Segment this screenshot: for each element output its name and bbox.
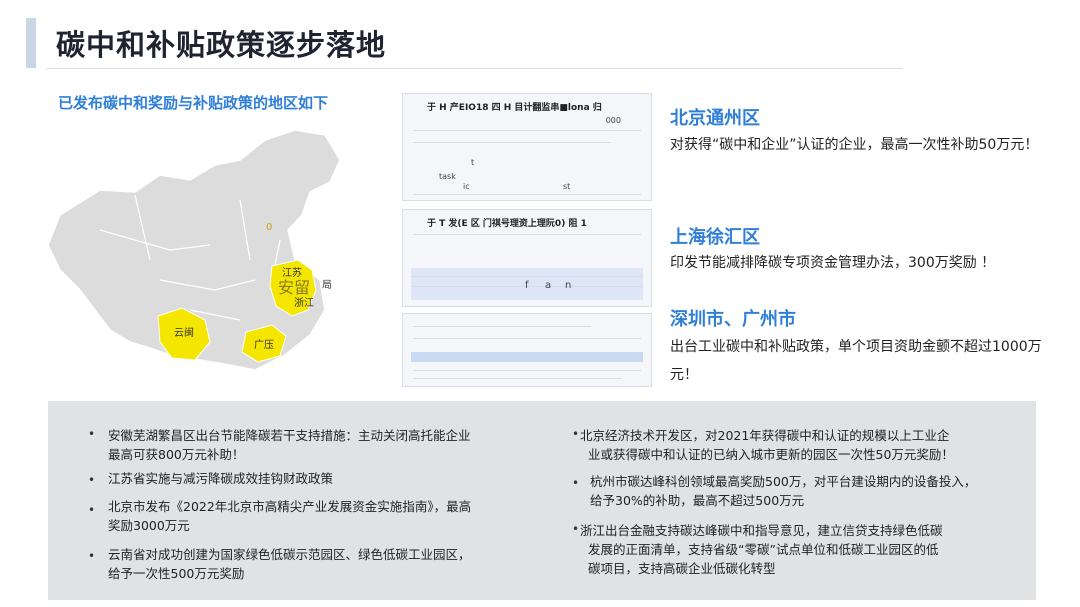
doc1-rule bbox=[413, 142, 611, 143]
china-map: 江苏 安留 浙江 云闽 广压 局 0 bbox=[40, 120, 380, 390]
page-title: 碳中和补贴政策逐步落地 bbox=[56, 28, 387, 62]
bullet-icon: • bbox=[88, 549, 96, 563]
bullet-icon: • bbox=[88, 427, 96, 441]
title-accent-bar bbox=[26, 18, 36, 68]
doc1-text: t bbox=[471, 158, 475, 167]
doc1-rule bbox=[413, 194, 641, 195]
list-item-line: 北京经济技术开发区，对2021年获得碳中和认证的规模以上工业企 bbox=[580, 428, 950, 443]
list-item: 杭州市碳达峰科创领域最高奖励500万，对平台建设期内的设备投入， 给予30%的补… bbox=[590, 472, 976, 510]
doc2-header: 于 T 发(E 区 门祺号理资上理阮0) 阻 1 bbox=[427, 219, 587, 229]
doc3-rule bbox=[413, 370, 641, 371]
title-divider bbox=[46, 68, 902, 69]
region-title-beijing-tongzhou: 北京通州区 bbox=[670, 108, 760, 129]
policy-summary-panel: • 安徽芜湖繁昌区出台节能降碳若干支持措施：主动关闭高托能企业 最高可获800万… bbox=[48, 401, 1036, 600]
list-item-line: 江苏省实施与减污降碳成效挂钩财政政策 bbox=[108, 471, 334, 486]
list-item-line: 给予30%的补助，最高不超过500万元 bbox=[590, 493, 805, 508]
list-item-line: 发展的正面清单，支持省级“零碳”试点单位和低碳工业园区的低 bbox=[588, 542, 939, 557]
doc2-text: a bbox=[545, 280, 552, 291]
region-desc-shanghai-xuhui: 印发节能减排降碳专项资金管理办法，300万奖励 ！ bbox=[670, 255, 996, 271]
list-item: 安徽芜湖繁昌区出台节能降碳若干支持措施：主动关闭高托能企业 最高可获800万元补… bbox=[108, 426, 471, 464]
list-item-line: 给予一次性500万元奖励 bbox=[108, 566, 245, 581]
doc1-text: ic bbox=[463, 182, 470, 191]
map-label-zero: 0 bbox=[266, 222, 273, 233]
region-desc-shenzhen-guangzhou: 出台工业碳中和补贴政策，单个项目资助金颤不超过1000万元！ bbox=[670, 339, 1042, 383]
list-item: 北京经济技术开发区，对2021年获得碳中和认证的规模以上工业企 业或获得碳中和认… bbox=[580, 426, 954, 464]
section-subtitle: 已发布碳中和奖励与补贴政策的地区如下 bbox=[58, 94, 329, 112]
policy-document-3 bbox=[402, 313, 652, 387]
doc2-text: n bbox=[565, 280, 572, 291]
region-title-shanghai-xuhui: 上海徐汇区 bbox=[670, 227, 760, 248]
bullet-icon: • bbox=[572, 476, 580, 490]
doc1-text: task bbox=[439, 172, 456, 181]
bullet-icon: • bbox=[572, 427, 580, 441]
list-item: 云南省对成功创建为国家绿色低碳示范园区、绿色低碳工业园区， 给予一次性500万元… bbox=[108, 545, 471, 583]
list-item: 江苏省实施与减污降碳成效挂钩财政政策 bbox=[108, 469, 333, 488]
bullet-icon: • bbox=[88, 503, 96, 517]
china-map-graphic bbox=[47, 129, 341, 371]
doc3-rule bbox=[413, 338, 641, 339]
doc2-rule bbox=[413, 234, 641, 235]
list-item-line: 浙江出台金融支持碳达峰碳中和指导意见，建立信贷支持绿色低碳 bbox=[580, 523, 943, 538]
map-label-ju: 局 bbox=[322, 280, 332, 291]
list-item: 浙江出台金融支持碳达峰碳中和指导意见，建立信贷支持绿色低碳 发展的正面清单，支持… bbox=[580, 521, 943, 578]
list-item-line: 云南省对成功创建为国家绿色低碳示范园区、绿色低碳工业园区， bbox=[108, 547, 471, 562]
list-item-line: 碳项目，支持高碳企业低碳化转型 bbox=[588, 561, 776, 576]
list-item-line: 最高可获800万元补助！ bbox=[108, 447, 245, 462]
doc1-rule bbox=[413, 130, 641, 131]
policy-document-1: 于 H 产EIO18 四 H 目计翻监串■lona 归 000 t task i… bbox=[402, 93, 652, 201]
doc3-rule bbox=[413, 326, 591, 327]
doc1-text: st bbox=[563, 182, 571, 191]
doc2-text: f bbox=[525, 280, 529, 291]
bullet-icon: • bbox=[572, 522, 580, 536]
doc2-rule bbox=[411, 276, 643, 277]
list-item-line: 杭州市碳达峰科创领域最高奖励500万，对平台建设期内的设备投入， bbox=[590, 474, 977, 489]
map-label-yunnan: 云闽 bbox=[174, 328, 194, 339]
list-item-line: 安徽芜湖繁昌区出台节能降碳若干支持措施：主动关闭高托能企业 bbox=[108, 428, 471, 443]
region-title-shenzhen-guangzhou: 深圳市、广州市 bbox=[670, 309, 796, 330]
list-item-line: 奖励3000万元 bbox=[108, 518, 190, 533]
region-desc-beijing-tongzhou: 对获得“碳中和企业”认证的企业，最高一次性补助50万元！ bbox=[670, 137, 1039, 153]
doc1-header: 于 H 产EIO18 四 H 目计翻监串■lona 归 bbox=[427, 103, 602, 113]
list-item-line: 北京市发布《2022年北京市高精尖产业发展资金实施指南》，最高 bbox=[108, 499, 472, 514]
policy-document-2: 于 T 发(E 区 门祺号理资上理阮0) 阻 1 f a n bbox=[402, 209, 652, 307]
doc3-rule bbox=[413, 378, 621, 379]
map-label-zhejiang: 浙江 bbox=[294, 298, 314, 309]
doc1-number: 000 bbox=[605, 116, 621, 125]
bullet-icon: • bbox=[88, 473, 96, 487]
map-label-guangdong: 广压 bbox=[254, 340, 274, 351]
list-item-line: 业或获得碳中和认证的已纳入城市更新的园区一次性50万元奖励！ bbox=[588, 447, 954, 462]
doc3-highlight-row bbox=[411, 352, 643, 362]
list-item: 北京市发布《2022年北京市高精尖产业发展资金实施指南》，最高 奖励3000万元 bbox=[108, 497, 471, 535]
